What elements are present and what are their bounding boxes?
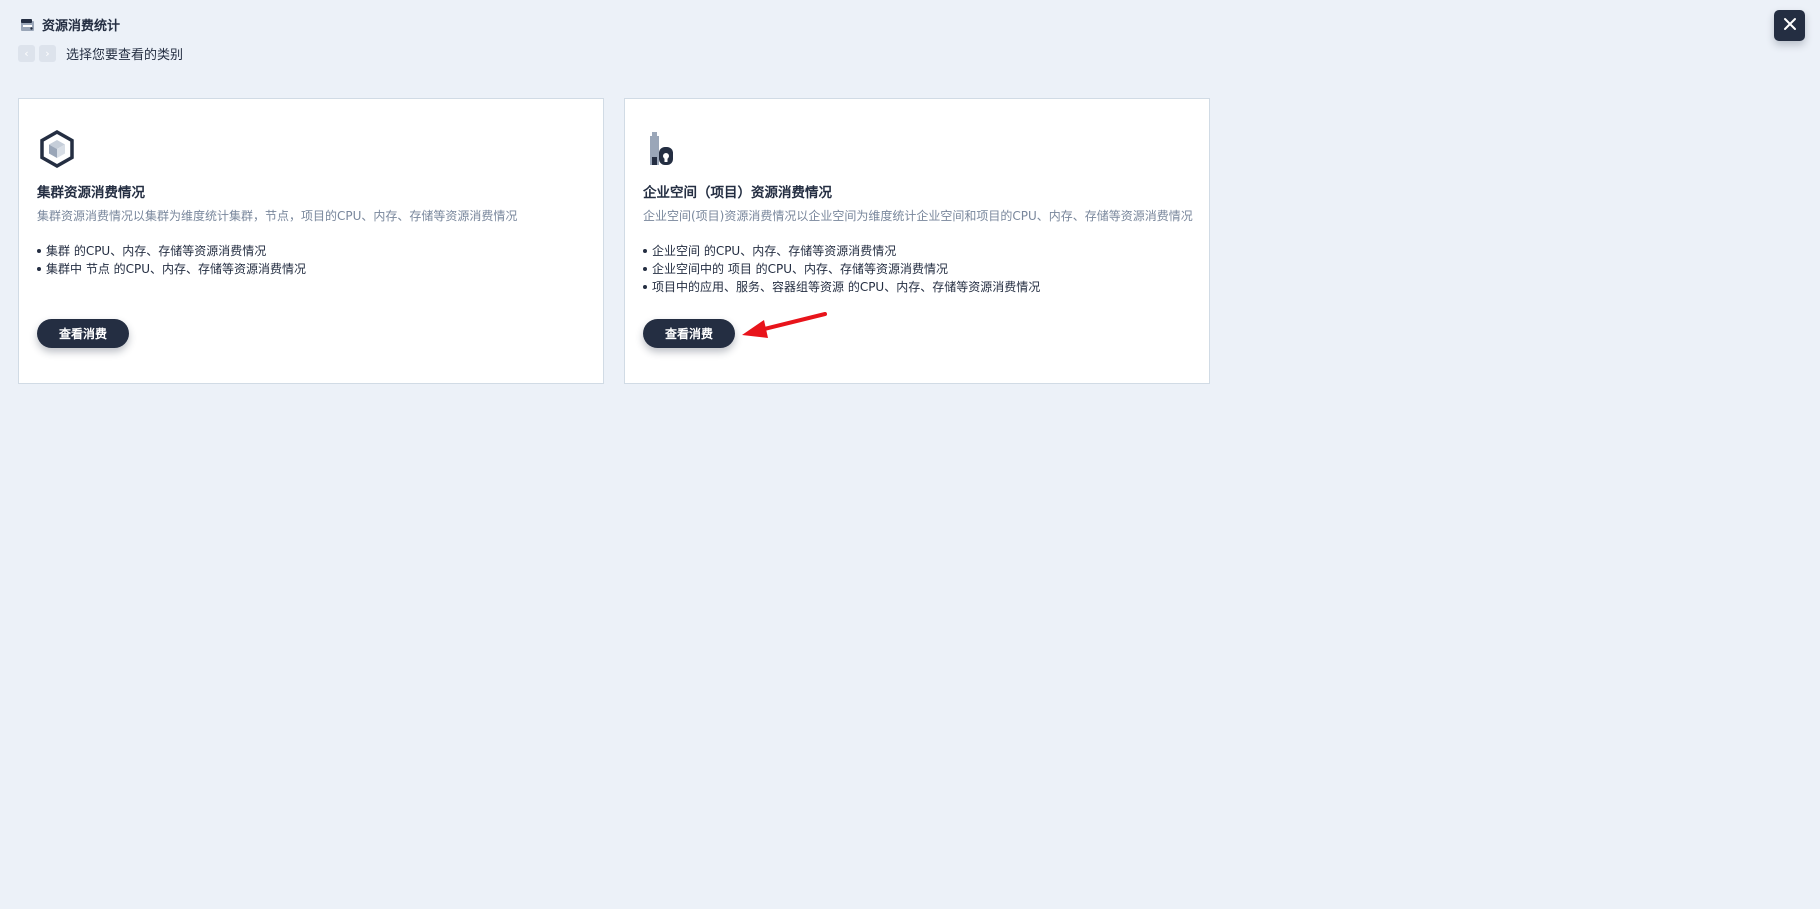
bullet-icon bbox=[37, 249, 41, 253]
category-nav: ‹ › 选择您要查看的类别 bbox=[18, 44, 183, 63]
ledger-icon bbox=[19, 16, 36, 33]
list-item: 企业空间中的 项目 的CPU、内存、存储等资源消费情况 bbox=[643, 260, 1040, 278]
list-item: 项目中的应用、服务、容器组等资源 的CPU、内存、存储等资源消费情况 bbox=[643, 278, 1040, 296]
list-item: 集群中 节点 的CPU、内存、存储等资源消费情况 bbox=[37, 260, 306, 278]
bullet-icon bbox=[37, 267, 41, 271]
list-item-text: 企业空间 的CPU、内存、存储等资源消费情况 bbox=[652, 244, 897, 258]
list-item: 集群 的CPU、内存、存储等资源消费情况 bbox=[37, 242, 306, 260]
cluster-cube-icon bbox=[37, 129, 77, 169]
chevron-right-icon[interactable]: › bbox=[39, 45, 56, 62]
annotation-arrow-icon bbox=[740, 310, 830, 350]
list-item-text: 集群中 节点 的CPU、内存、存储等资源消费情况 bbox=[46, 262, 307, 276]
workspace-building-icon bbox=[643, 129, 683, 169]
list-item: 企业空间 的CPU、内存、存储等资源消费情况 bbox=[643, 242, 1040, 260]
view-workspace-consumption-button[interactable]: 查看消费 bbox=[643, 319, 735, 348]
bullet-icon bbox=[643, 285, 647, 289]
card-description: 集群资源消费情况以集群为维度统计集群，节点，项目的CPU、内存、存储等资源消费情… bbox=[37, 209, 518, 223]
workspace-consumption-card: 企业空间（项目）资源消费情况 企业空间(项目)资源消费情况以企业空间为维度统计企… bbox=[624, 98, 1210, 384]
cluster-consumption-card: 集群资源消费情况 集群资源消费情况以集群为维度统计集群，节点，项目的CPU、内存… bbox=[18, 98, 604, 384]
bullet-icon bbox=[643, 249, 647, 253]
card-title: 企业空间（项目）资源消费情况 bbox=[643, 185, 832, 201]
chevron-left-icon[interactable]: ‹ bbox=[18, 45, 35, 62]
card-title: 集群资源消费情况 bbox=[37, 185, 145, 201]
close-button[interactable] bbox=[1774, 10, 1805, 41]
modal-title: 资源消费统计 bbox=[42, 19, 121, 34]
close-icon bbox=[1783, 16, 1797, 35]
list-item-text: 集群 的CPU、内存、存储等资源消费情况 bbox=[46, 244, 267, 258]
card-description: 企业空间(项目)资源消费情况以企业空间为维度统计企业空间和项目的CPU、内存、存… bbox=[643, 209, 1193, 223]
bullet-icon bbox=[643, 267, 647, 271]
page: 资源消费统计 ‹ › 选择您要查看的类别 集群资源消费情况 集群资源消费情况以集… bbox=[0, 0, 1820, 909]
list-item-text: 企业空间中的 项目 的CPU、内存、存储等资源消费情况 bbox=[652, 262, 949, 276]
step-description: 选择您要查看的类别 bbox=[66, 48, 184, 63]
modal-header: 资源消费统计 bbox=[19, 15, 120, 34]
card-feature-list: 企业空间 的CPU、内存、存储等资源消费情况 企业空间中的 项目 的CPU、内存… bbox=[643, 242, 1040, 296]
list-item-text: 项目中的应用、服务、容器组等资源 的CPU、内存、存储等资源消费情况 bbox=[652, 280, 1041, 294]
view-cluster-consumption-button[interactable]: 查看消费 bbox=[37, 319, 129, 348]
card-feature-list: 集群 的CPU、内存、存储等资源消费情况 集群中 节点 的CPU、内存、存储等资… bbox=[37, 242, 306, 278]
